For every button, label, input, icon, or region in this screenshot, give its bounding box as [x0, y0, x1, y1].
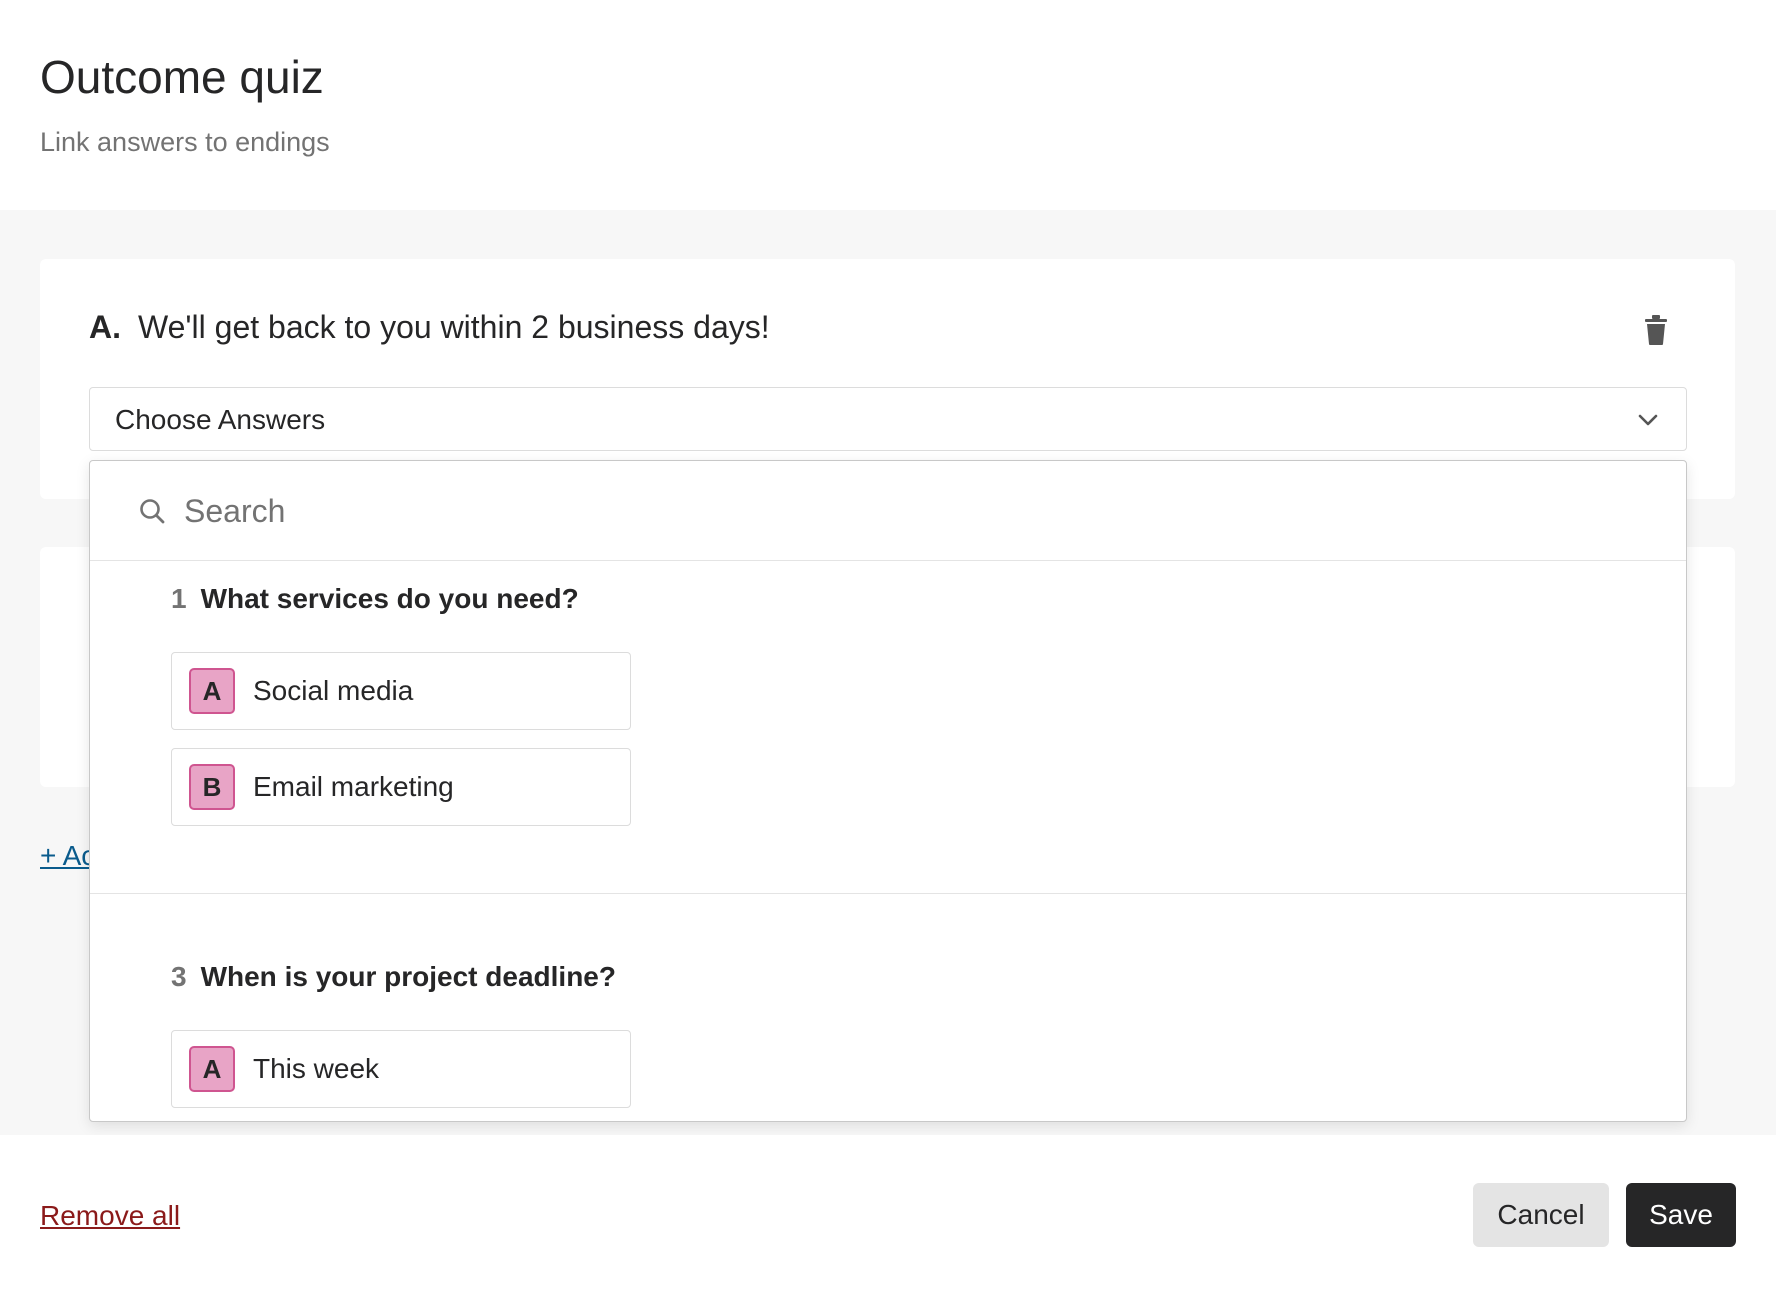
page-title: Outcome quiz [40, 51, 324, 103]
save-button[interactable]: Save [1626, 1183, 1736, 1247]
page-subtitle: Link answers to endings [40, 127, 330, 157]
page-header: Outcome quiz Link answers to endings [0, 0, 1776, 210]
answer-key: A [189, 668, 235, 714]
add-ending-link[interactable]: + Ac [40, 840, 95, 872]
answer-option[interactable]: B Email marketing [171, 748, 631, 826]
search-input[interactable] [184, 485, 1584, 537]
trash-icon[interactable] [1642, 314, 1670, 346]
answer-key: B [189, 764, 235, 810]
remove-all-link[interactable]: Remove all [40, 1200, 180, 1232]
answer-label: This week [253, 1053, 380, 1084]
search-icon [138, 497, 166, 525]
answer-key: A [189, 1046, 235, 1092]
cancel-button[interactable]: Cancel [1473, 1183, 1609, 1247]
question-text: When is your project deadline? [200, 961, 616, 992]
question-title: 1 What services do you need? [171, 583, 579, 615]
modal-footer: Remove all Cancel Save [0, 1135, 1776, 1290]
question-number: 3 [171, 961, 187, 992]
answer-label: Email marketing [253, 771, 454, 802]
answer-label: Social media [253, 675, 414, 706]
question-text: What services do you need? [200, 583, 579, 614]
dropdown-search [90, 461, 1686, 561]
answers-dropdown: 1 What services do you need? A Social med… [89, 460, 1687, 1122]
answer-option[interactable]: A Social media [171, 652, 631, 730]
question-divider [90, 893, 1686, 894]
answer-option[interactable]: A This week [171, 1030, 631, 1108]
select-label: Choose Answers [115, 404, 326, 435]
chevron-down-icon [1636, 408, 1660, 432]
choose-answers-select[interactable]: Choose Answers [89, 387, 1687, 451]
question-title: 3 When is your project deadline? [171, 961, 616, 993]
question-number: 1 [171, 583, 187, 614]
ending-letter: A. [89, 309, 121, 345]
ending-text: We'll get back to you within 2 business … [138, 309, 770, 345]
